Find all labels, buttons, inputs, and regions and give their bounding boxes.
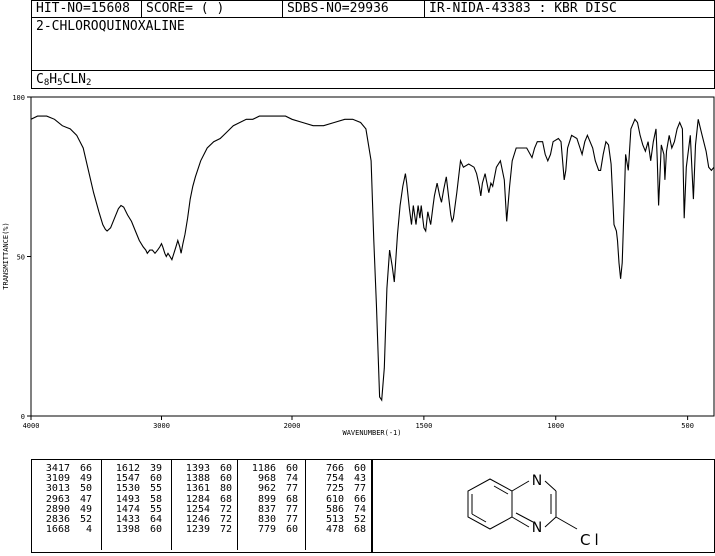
peak-table: 3417 66 3109 49 3013 50 2963 47 2890 49 2836 52 1668… [31, 459, 372, 553]
hit-no: HIT-NO=15608 [36, 1, 130, 16]
peak-transmittance: 72 [219, 524, 232, 536]
peak-transmittance: 60 [149, 524, 162, 536]
peak-column-2: 1612 39 1547 60 1530 55 1493 58 1474 55 1433 64 1398… [101, 460, 172, 550]
compound-name: 2-CHLOROQUINOXALINE [36, 19, 185, 34]
peak-row: 478 68 [306, 525, 374, 535]
atom-cl: Cl [580, 531, 603, 549]
y-tick-label-0: 0 [21, 413, 25, 421]
header-bar: HIT-NO=15608 SCORE= ( ) SDBS-NO=29936 IR… [31, 0, 715, 18]
x-tick-label-1000: 1000 [547, 422, 564, 430]
x-tick-label-1500: 1500 [415, 422, 432, 430]
atom-n-bottom: N [532, 520, 542, 536]
spectrum-line [30, 115, 715, 402]
structure-drawing: N N Cl [467, 473, 603, 549]
peak-wavenumber: 1398 [115, 524, 140, 536]
atom-n-top: N [532, 473, 542, 489]
peak-wavenumber: 478 [325, 524, 344, 536]
y-axis-label: TRANSMITTANCE(%) [2, 222, 10, 289]
plot-frame [30, 96, 715, 417]
y-tick-label-100: 100 [12, 94, 25, 102]
x-tick-label-3000: 3000 [153, 422, 170, 430]
structure-box: N N Cl [372, 459, 715, 553]
peak-transmittance: 60 [285, 524, 298, 536]
x-tick-label-4000: 4000 [23, 422, 40, 430]
ir-spectrum-chart: 4000 3000 2000 1500 1000 500 0 50 100 WAVENUMBER… [2, 94, 715, 437]
peak-column-1: 3417 66 3109 49 3013 50 2963 47 2890 49 2836 52 1668… [32, 463, 101, 535]
peak-row: 1668 4 [32, 525, 101, 535]
peak-transmittance: 68 [353, 524, 366, 536]
peak-wavenumber: 779 [257, 524, 276, 536]
quinoxaline-skeleton [467, 478, 578, 530]
sdbs-no: SDBS-NO=29936 [282, 1, 424, 17]
peak-wavenumber: 1239 [185, 524, 210, 536]
compound-name-box: 2-CHLOROQUINOXALINE [31, 17, 715, 71]
x-tick-label-2000: 2000 [284, 422, 301, 430]
x-axis-label: WAVENUMBER(-1) [342, 429, 401, 437]
peak-row: 1239 72 [172, 525, 238, 535]
molecular-formula: C8H5CLN2 [36, 72, 92, 88]
peak-column-3: 1393 60 1388 60 1361 80 1284 68 1254 72 1246 72 1239… [171, 460, 238, 550]
peak-column-4: 1186 60 968 74 962 77 899 68 837 77 830 77 779 60 [237, 460, 306, 550]
peak-transmittance: 4 [85, 524, 92, 536]
peak-wavenumber: 1668 [45, 524, 70, 536]
ir-nida: IR-NIDA-43383 : KBR DISC [424, 1, 715, 17]
x-tick-label-500: 500 [681, 422, 694, 430]
peak-row: 779 60 [238, 525, 306, 535]
formula-box: C8H5CLN2 [31, 70, 715, 89]
score: SCORE= ( ) [141, 1, 282, 17]
y-tick-label-50: 50 [17, 254, 25, 262]
peak-row: 1398 60 [102, 525, 172, 535]
peak-column-5: 766 60 754 43 725 77 610 66 586 74 513 52 478 68 [305, 460, 374, 550]
